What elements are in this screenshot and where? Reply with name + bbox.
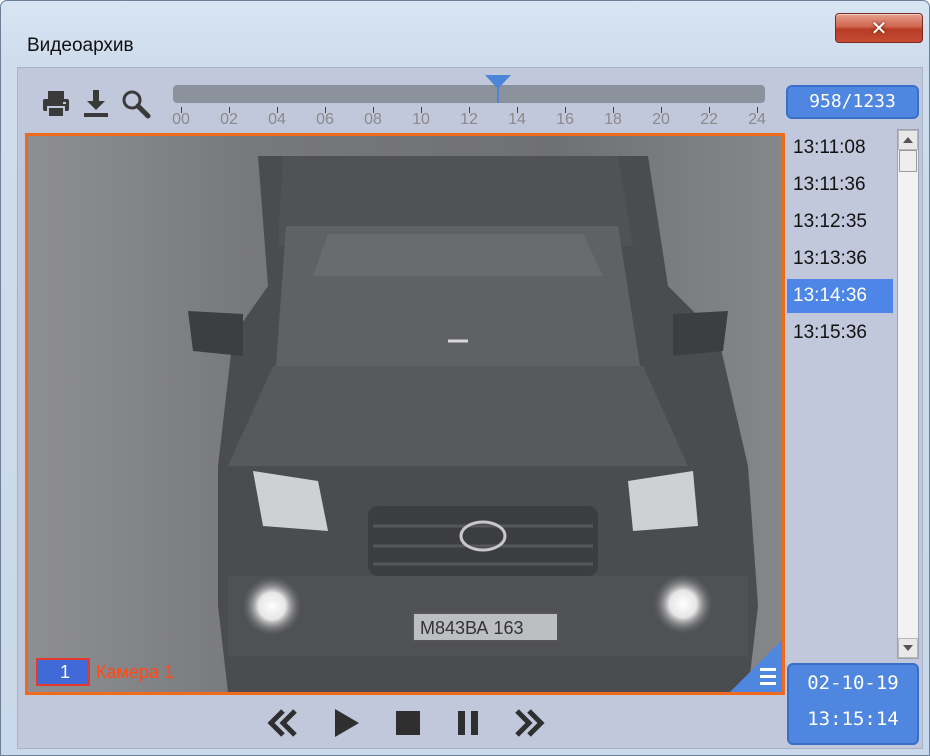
timeline-hour-label: 04 — [268, 111, 286, 128]
time-list-item[interactable]: 13:12:35 — [787, 205, 893, 239]
timeline-hour-label: 20 — [652, 111, 670, 128]
window-title: Видеоархив — [27, 35, 134, 56]
title-bar[interactable]: Видеоархив ✕ — [1, 1, 929, 65]
camera-image: М843ВА 163 — [28, 136, 782, 692]
timeline-track[interactable] — [173, 85, 765, 103]
scroll-thumb[interactable] — [899, 150, 917, 172]
video-archive-window: Видеоархив ✕ 00 02 04 06 08 10 12 14 16 18 20 22 2 — [0, 0, 930, 756]
timeline-position-line — [496, 87, 499, 103]
time-list-item[interactable]: 13:13:36 — [787, 242, 893, 276]
timeline-hour-label: 16 — [556, 111, 574, 128]
chevron-down-icon — [903, 645, 913, 651]
current-datetime: 02-10-19 13:15:14 — [787, 663, 919, 745]
close-icon: ✕ — [870, 16, 888, 40]
timeline-hour-label: 12 — [460, 111, 478, 128]
timeline-hour-label: 14 — [508, 111, 526, 128]
close-button[interactable]: ✕ — [835, 13, 923, 43]
stop-icon — [396, 711, 420, 735]
rewind-button[interactable] — [263, 705, 301, 741]
fast-forward-icon — [515, 709, 545, 737]
camera-name-label: Камера 1 — [96, 662, 174, 682]
timeline-hour-label: 08 — [364, 111, 382, 128]
scroll-down-button[interactable] — [898, 638, 918, 658]
timeline-hour-label: 00 — [172, 111, 190, 128]
pause-icon — [458, 711, 478, 735]
frame-counter: 958/1233 — [786, 85, 919, 119]
timeline-slider[interactable]: 00 02 04 06 08 10 12 14 16 18 20 22 24 — [172, 75, 766, 133]
event-time-list[interactable]: 13:11:08 13:11:36 13:12:35 13:13:36 13:14:36… — [787, 129, 897, 661]
printer-icon[interactable] — [39, 87, 73, 121]
video-frame[interactable]: М843ВА 163 1 Камера 1 — [25, 133, 785, 695]
search-icon[interactable] — [119, 87, 153, 121]
timeline-hour-label: 22 — [700, 111, 718, 128]
time-list-item[interactable]: 13:11:08 — [787, 131, 893, 165]
timeline-hour-label: 24 — [748, 111, 766, 128]
timeline-hour-label: 06 — [316, 111, 334, 128]
camera-number-badge[interactable]: 1 — [36, 658, 90, 686]
license-plate-text: М843ВА 163 — [420, 618, 523, 638]
video-menu-icon[interactable] — [730, 640, 782, 692]
timeline-hour-label: 02 — [220, 111, 238, 128]
scroll-up-button[interactable] — [898, 130, 918, 150]
time-list-item[interactable]: 13:11:36 — [787, 168, 893, 202]
timeline-hour-label: 10 — [412, 111, 430, 128]
stop-button[interactable] — [389, 705, 427, 741]
time-list-scrollbar[interactable] — [897, 129, 919, 659]
current-time: 13:15:14 — [807, 708, 899, 730]
current-date: 02-10-19 — [807, 672, 899, 694]
play-icon — [335, 709, 359, 737]
play-button[interactable] — [327, 705, 365, 741]
playback-controls — [25, 695, 785, 749]
chevron-up-icon — [903, 137, 913, 143]
time-list-item[interactable]: 13:14:36 — [787, 279, 893, 313]
fast-forward-button[interactable] — [511, 705, 549, 741]
pause-button[interactable] — [449, 705, 487, 741]
time-list-item[interactable]: 13:15:36 — [787, 316, 893, 350]
download-icon[interactable] — [79, 87, 113, 121]
timeline-hour-label: 18 — [604, 111, 622, 128]
rewind-icon — [267, 709, 297, 737]
